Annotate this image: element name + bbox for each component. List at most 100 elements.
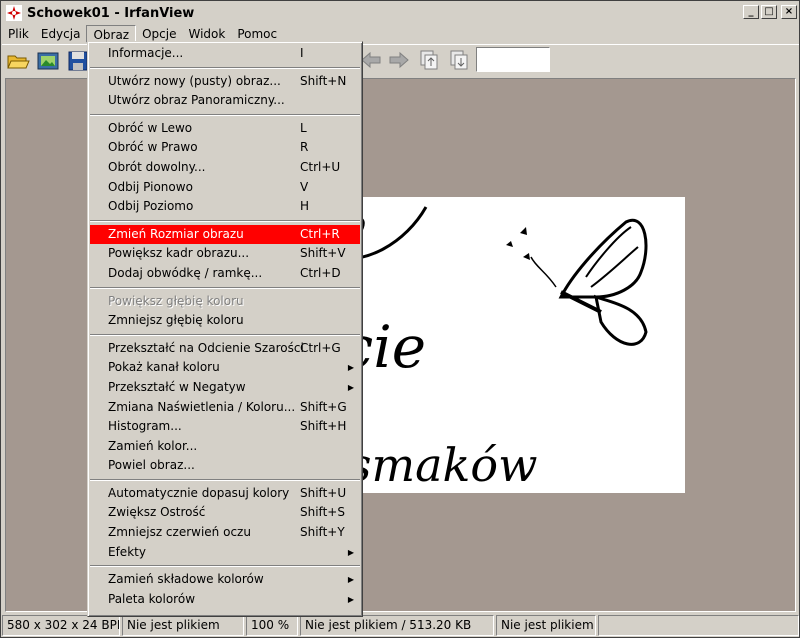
menu-item-label: Obróć w Lewo: [108, 120, 193, 135]
menu-separator: [90, 562, 360, 570]
menu-separator: [90, 284, 360, 292]
menu-item-przekszta-c-w-negatyw[interactable]: Przekształć w Negatyw ▶: [90, 378, 360, 398]
menu-item-label: Pokaż kanał koloru: [108, 360, 220, 375]
menu-pomoc[interactable]: Pomoc: [231, 25, 283, 43]
menu-separator: [90, 64, 360, 72]
menu-item-shortcut: Shift+H: [300, 419, 347, 434]
menu-item-shortcut: Shift+S: [300, 505, 345, 520]
menu-item-label: Zamień kolor...: [108, 438, 198, 453]
menu-item-efekty[interactable]: Efekty ▶: [90, 543, 360, 563]
status-zoom: 100 %: [246, 615, 298, 636]
menu-item-pokaz-kana-koloru[interactable]: Pokaż kanał koloru ▶: [90, 358, 360, 378]
status-image-dimensions: 580 x 302 x 24 BPP: [2, 615, 120, 636]
menu-item-label: Efekty: [108, 544, 146, 559]
menu-separator: [90, 331, 360, 339]
paste-icon[interactable]: [448, 49, 472, 73]
menu-item-zmien-rozmiar-obrazu[interactable]: Zmień Rozmiar obrazu Ctrl+R: [90, 224, 360, 245]
submenu-arrow-icon: ▶: [347, 547, 354, 557]
slideshow-icon[interactable]: [36, 49, 60, 73]
menu-separator: [90, 111, 360, 119]
menu-item-obro-t-dowolny[interactable]: Obrót dowolny... Ctrl+U: [90, 158, 360, 178]
menu-item-zamien-sk-adowe-koloro-w[interactable]: Zamień składowe kolorów ▶: [90, 570, 360, 590]
menu-item-label: Zmiana Naświetlenia / Koloru...: [108, 399, 296, 414]
open-folder-icon[interactable]: [6, 49, 30, 73]
menu-item-shortcut: Ctrl+R: [300, 226, 340, 241]
maximize-button[interactable]: □: [761, 5, 777, 19]
menu-item-label: Powiększ kadr obrazu...: [108, 246, 250, 261]
menu-item-powie-ksz-g-e-bie-koloru: Powiększ głębię koloru: [90, 292, 360, 312]
menu-item-informacje[interactable]: Informacje... I: [90, 44, 360, 64]
title-bar[interactable]: Schowek01 - IrfanView _ □ ×: [2, 2, 799, 24]
submenu-arrow-icon: ▶: [347, 575, 354, 585]
menu-item-shortcut: Ctrl+D: [300, 265, 341, 280]
menu-item-label: Zmniejsz głębię koloru: [108, 313, 244, 328]
menu-item-shortcut: R: [300, 140, 309, 155]
menu-item-label: Automatycznie dopasuj kolory: [108, 485, 290, 500]
menu-item-utwo-rz-nowy-pusty-obraz[interactable]: Utwórz nowy (pusty) obraz... Shift+N: [90, 72, 360, 92]
obraz-dropdown-menu: Informacje... I Utwórz nowy (pusty) obraz.…: [87, 41, 363, 617]
menu-item-shortcut: L: [300, 120, 307, 135]
menu-edycja[interactable]: Edycja: [35, 25, 87, 43]
menu-item-zamien-kolor[interactable]: Zamień kolor...: [90, 437, 360, 457]
menu-item-shortcut: Shift+G: [300, 399, 347, 414]
copy-icon[interactable]: [418, 49, 442, 73]
menu-obraz[interactable]: Obraz: [86, 24, 137, 43]
menu-item-shortcut: I: [300, 46, 304, 60]
menu-item-powie-ksz-kadr-obrazu[interactable]: Powiększ kadr obrazu... Shift+V: [90, 244, 360, 264]
menu-item-shortcut: Ctrl+G: [300, 340, 341, 355]
menu-item-obro-c-w-prawo[interactable]: Obróć w Prawo R: [90, 138, 360, 158]
menu-item-shortcut: H: [300, 199, 310, 214]
menu-separator: [90, 476, 360, 484]
menu-item-utwo-rz-obraz-panoramiczny[interactable]: Utwórz obraz Panoramiczny...: [90, 91, 360, 111]
menu-item-label: Odbij Poziomo: [108, 199, 194, 214]
submenu-arrow-icon: ▶: [347, 382, 354, 392]
menu-item-label: Zamień składowe kolorów: [108, 572, 264, 587]
menu-item-shortcut: Shift+V: [300, 246, 346, 261]
menu-item-odbij-poziomo[interactable]: Odbij Poziomo H: [90, 197, 360, 217]
menu-plik[interactable]: Plik: [2, 25, 35, 43]
menu-item-label: Obrót dowolny...: [108, 159, 206, 174]
menu-item-label: Zmień Rozmiar obrazu: [108, 226, 244, 241]
menu-item-label: Obróć w Prawo: [108, 140, 198, 155]
menu-item-shortcut: Shift+Y: [300, 525, 345, 540]
menu-item-zmiana-nas-wietlenia-koloru[interactable]: Zmiana Naświetlenia / Koloru... Shift+G: [90, 398, 360, 418]
menu-item-powiel-obraz[interactable]: Powiel obraz...: [90, 456, 360, 476]
status-file-date: Nie jest plikiem: [496, 615, 596, 636]
menu-item-shortcut: Shift+U: [300, 485, 347, 500]
menu-item-label: Dodaj obwódkę / ramkę...: [108, 265, 263, 280]
menu-item-przekszta-c-na-odcienie-szaros-ci[interactable]: Przekształć na Odcienie Szarości Ctrl+G: [90, 339, 360, 359]
menu-item-zwie-ksz-ostros-c[interactable]: Zwiększ Ostrość Shift+S: [90, 503, 360, 523]
menu-item-label: Utwórz obraz Panoramiczny...: [108, 93, 285, 108]
submenu-arrow-icon: ▶: [347, 363, 354, 373]
status-file-name: Nie jest plikiem: [122, 615, 244, 636]
menu-item-label: Paleta kolorów: [108, 591, 196, 606]
window-controls: _ □ ×: [743, 5, 797, 19]
menu-item-label: Zwiększ Ostrość: [108, 505, 206, 520]
menu-item-zmniejsz-czerwien-oczu[interactable]: Zmniejsz czerwień oczu Shift+Y: [90, 523, 360, 543]
minimize-button[interactable]: _: [743, 5, 759, 19]
menu-item-label: Powiel obraz...: [108, 458, 195, 473]
next-arrow-icon[interactable]: [388, 49, 412, 73]
menu-opcje[interactable]: Opcje: [136, 25, 182, 43]
menu-item-obro-c-w-lewo[interactable]: Obróć w Lewo L: [90, 119, 360, 139]
menu-item-odbij-pionowo[interactable]: Odbij Pionowo V: [90, 178, 360, 198]
menu-item-shortcut: Shift+N: [300, 73, 347, 88]
menu-item-label: Utwórz nowy (pusty) obraz...: [108, 73, 281, 88]
prev-arrow-icon[interactable]: [360, 49, 384, 73]
menu-item-paleta-koloro-w[interactable]: Paleta kolorów ▶: [90, 590, 360, 610]
close-button[interactable]: ×: [781, 5, 797, 19]
menu-item-histogram[interactable]: Histogram... Shift+H: [90, 417, 360, 437]
menu-item-label: Przekształć w Negatyw: [108, 379, 246, 394]
menu-widok[interactable]: Widok: [183, 25, 232, 43]
menu-item-dodaj-obwo-dke-ramke[interactable]: Dodaj obwódkę / ramkę... Ctrl+D: [90, 264, 360, 284]
menu-separator: [90, 217, 360, 225]
menu-item-shortcut: V: [300, 179, 309, 194]
menu-item-shortcut: Ctrl+U: [300, 159, 341, 174]
zoom-input[interactable]: [476, 47, 550, 72]
menu-item-zmniejsz-g-e-bie-koloru[interactable]: Zmniejsz głębię koloru: [90, 311, 360, 331]
irfanview-app-icon[interactable]: [6, 5, 22, 21]
status-file-size: Nie jest plikiem / 513.20 KB: [300, 615, 494, 636]
menu-item-label: Powiększ głębię koloru: [108, 293, 244, 308]
status-bar: 580 x 302 x 24 BPP Nie jest plikiem 100 …: [2, 615, 799, 637]
menu-item-automatycznie-dopasuj-kolory[interactable]: Automatycznie dopasuj kolory Shift+U: [90, 484, 360, 504]
